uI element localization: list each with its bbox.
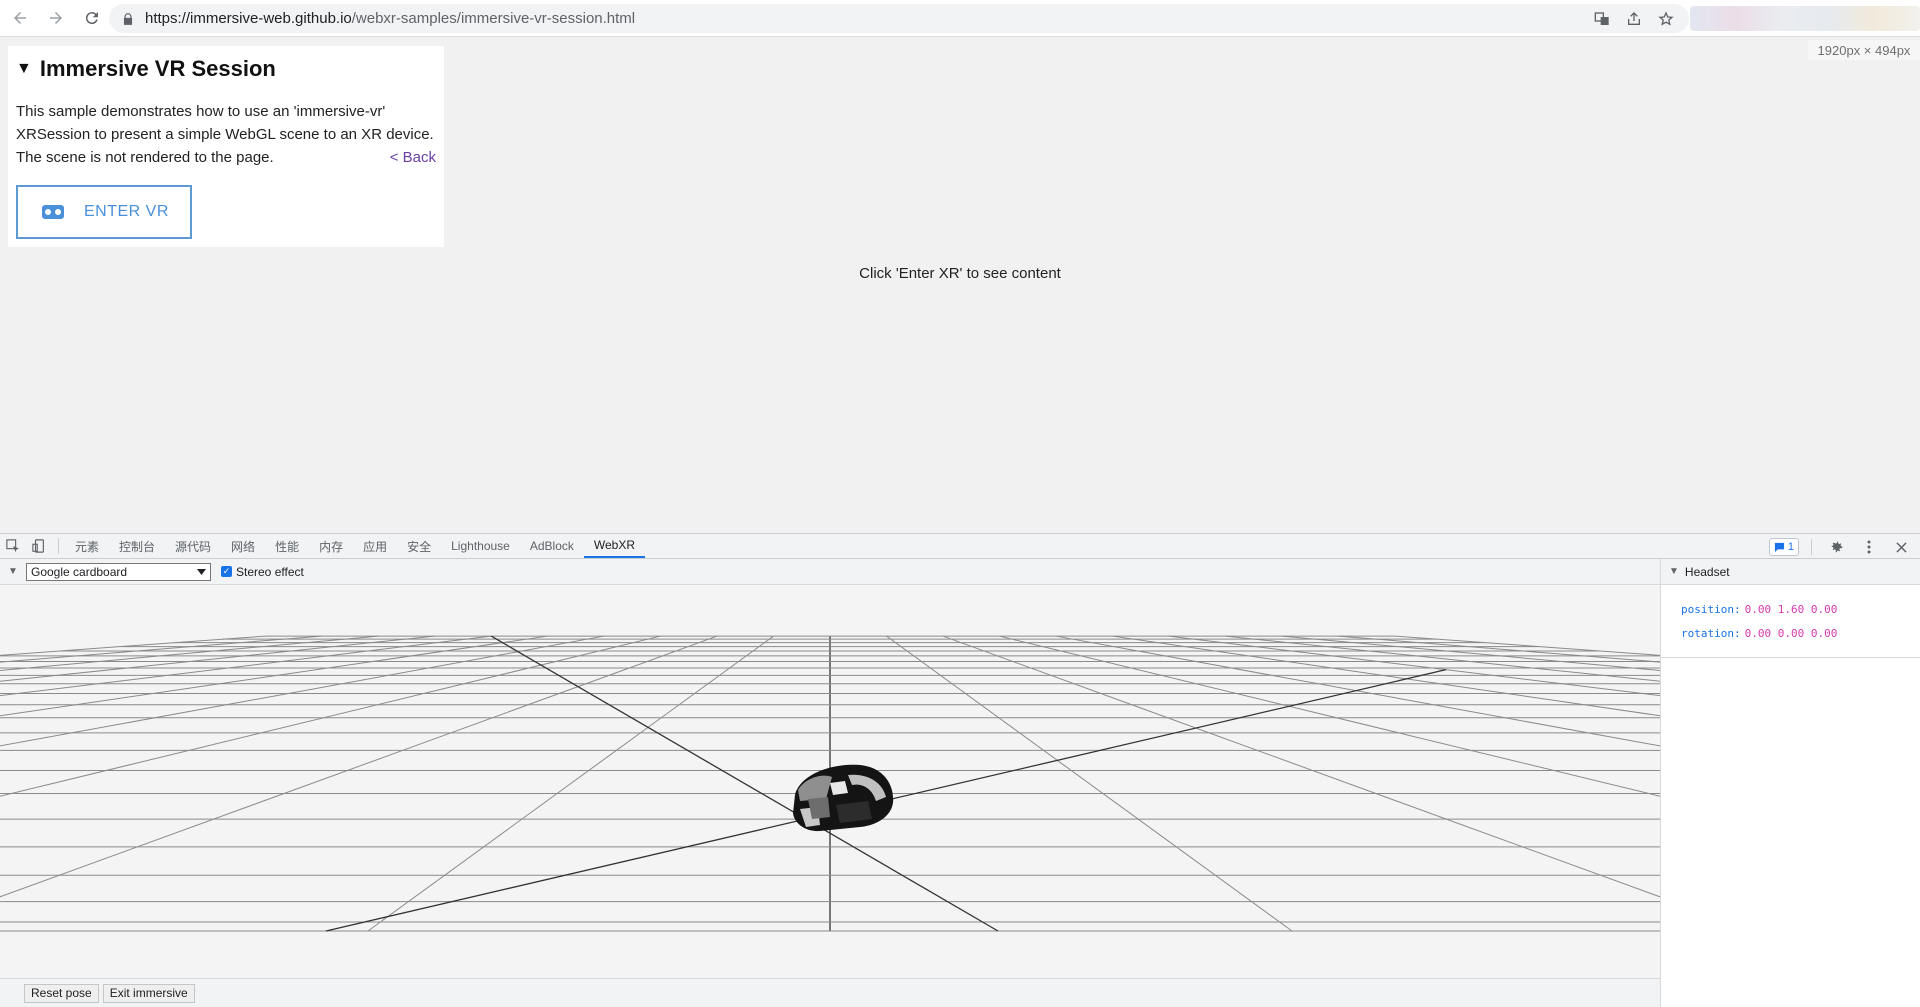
grid-line [0, 635, 548, 717]
browser-toolbar: https://immersive-web.github.io/webxr-sa… [0, 0, 1920, 37]
webxr-scene-viewport[interactable] [0, 585, 1660, 978]
extensions-area[interactable] [1690, 6, 1920, 31]
rotation-value[interactable]: 0.00 0.00 0.00 [1745, 627, 1838, 640]
viewport-size-label: 1920px × 494px [1808, 40, 1920, 60]
inspect-element-icon[interactable] [0, 534, 26, 558]
rotation-row[interactable]: rotation: 0.00 0.00 0.00 [1681, 621, 1920, 645]
forward-arrow-icon[interactable] [40, 2, 72, 34]
headset-side-panel: ▼ Headset position: 0.00 1.60 0.00 rotat… [1660, 559, 1920, 1007]
expand-triangle-icon[interactable]: ▼ [1669, 566, 1679, 577]
grid-line [1055, 635, 1660, 747]
stereo-effect-checkbox[interactable]: ✓ [221, 566, 232, 577]
grid-line [0, 635, 379, 671]
grid-line [0, 635, 322, 663]
sample-description: This sample demonstrates how to use an '… [16, 100, 436, 169]
lock-icon [123, 12, 133, 25]
device-select-value: Google cardboard [31, 564, 128, 579]
grid-line [1281, 635, 1660, 671]
devtools-toolbar: 元素 控制台 源代码 网络 性能 内存 应用 安全 Lighthouse AdBlock WebXR… [0, 533, 1920, 559]
bookmark-star-icon[interactable] [1655, 8, 1677, 30]
reset-pose-button[interactable]: Reset pose [24, 983, 99, 1003]
share-icon[interactable] [1623, 8, 1645, 30]
grid-line [1112, 635, 1660, 717]
headset-label: Headset [1684, 564, 1730, 579]
devtools-tab[interactable]: 应用 [353, 534, 397, 558]
issues-counter[interactable]: 1 [1768, 538, 1799, 556]
grid-line [999, 635, 1660, 797]
url-text: https://immersive-web.github.io/webxr-sa… [145, 10, 636, 27]
grid-line [0, 635, 266, 656]
headset-model[interactable] [793, 764, 894, 832]
device-select[interactable]: Google cardboard [26, 562, 211, 581]
position-row[interactable]: position: 0.00 1.60 0.00 [1681, 597, 1920, 621]
webxr-actions-bar: Reset pose Exit immersive [0, 978, 1660, 1007]
headset-section-header[interactable]: ▼ Headset [1661, 559, 1920, 585]
grid-line [0, 635, 435, 682]
issues-count: 1 [1787, 541, 1794, 553]
grid-line [490, 635, 999, 932]
enter-xr-message: Click 'Enter XR' to see content [859, 265, 1061, 282]
grid-line [367, 635, 774, 932]
grid-line [886, 635, 1293, 932]
stereo-effect-label: Stereo effect [236, 564, 304, 579]
back-arrow-icon[interactable] [4, 2, 36, 34]
grid-line [1225, 635, 1660, 682]
translate-icon[interactable] [1591, 8, 1613, 30]
position-key: position: [1681, 602, 1741, 616]
sample-title-text: Immersive VR Session [39, 56, 276, 81]
position-value[interactable]: 0.00 1.60 0.00 [1745, 603, 1838, 616]
headset-properties: position: 0.00 1.60 0.00 rotation: 0.00 … [1661, 585, 1920, 658]
floor-grid-canvas[interactable] [0, 585, 1660, 978]
close-devtools-icon[interactable] [1888, 535, 1914, 559]
devtools-tab[interactable]: 性能 [265, 534, 309, 558]
grid-line [1338, 635, 1660, 663]
vr-headset-icon [42, 205, 64, 219]
device-toolbar-icon[interactable] [26, 534, 52, 558]
devtools-tab[interactable]: 源代码 [165, 534, 221, 558]
webxr-controls-bar: ▼ Google cardboard ✓ Stereo effect [0, 559, 1660, 585]
grid-line [1394, 635, 1660, 656]
devtools-tab[interactable]: 网络 [221, 534, 265, 558]
description-text: This sample demonstrates how to use an '… [16, 103, 434, 166]
address-bar[interactable]: https://immersive-web.github.io/webxr-sa… [109, 4, 1689, 33]
toolbar-divider [1811, 539, 1812, 555]
toolbar-divider [58, 538, 59, 554]
settings-gear-icon[interactable] [1824, 535, 1850, 559]
sample-title[interactable]: ▼ Immersive VR Session [16, 56, 436, 82]
message-icon [1774, 542, 1784, 552]
reload-icon[interactable] [76, 2, 108, 34]
devtools-tab[interactable]: 安全 [397, 534, 441, 558]
enter-vr-label: ENTER VR [84, 203, 169, 220]
back-link[interactable]: < Back [390, 146, 436, 169]
exit-immersive-button[interactable]: Exit immersive [102, 983, 195, 1003]
collapse-triangle-icon[interactable]: ▼ [16, 60, 32, 78]
chevron-down-icon [197, 568, 206, 575]
devtools-tab[interactable]: Lighthouse [441, 534, 520, 558]
devtools-tab[interactable]: 元素 [65, 534, 109, 558]
sample-info-card: ▼ Immersive VR Session This sample demon… [8, 46, 444, 247]
rotation-key: rotation: [1681, 626, 1741, 640]
collapse-arrow-icon[interactable]: ▼ [0, 566, 26, 577]
devtools-tab-strip: 元素 控制台 源代码 网络 性能 内存 应用 安全 Lighthouse AdBlock WebXR [65, 534, 646, 558]
grid-line [0, 635, 661, 797]
devtools-tab[interactable]: 控制台 [109, 534, 165, 558]
devtools-tab[interactable]: WebXR [583, 534, 646, 558]
enter-vr-button[interactable]: ENTER VR [16, 185, 192, 239]
devtools-tab[interactable]: AdBlock [520, 534, 584, 558]
more-options-icon[interactable] [1856, 535, 1882, 559]
devtools-tab[interactable]: 内存 [309, 534, 353, 558]
